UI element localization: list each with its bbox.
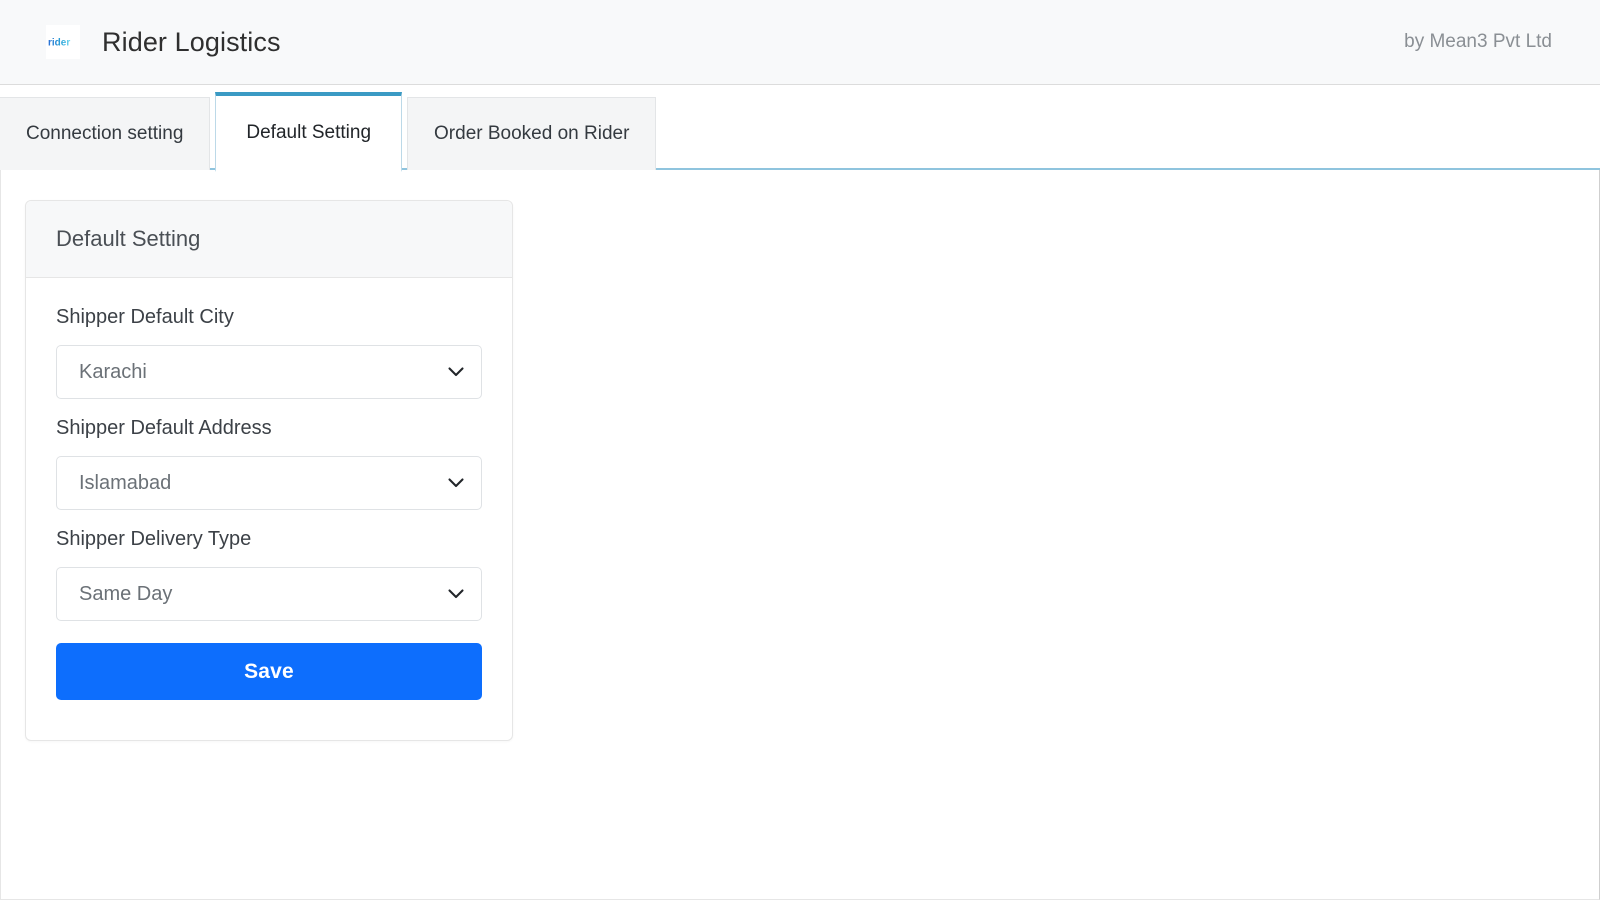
label-shipper-default-address: Shipper Default Address — [56, 417, 272, 439]
select-shipper-delivery-type[interactable]: Same Day — [56, 567, 482, 621]
app-title: Rider Logistics — [102, 26, 281, 57]
tab-default-setting[interactable]: Default Setting — [215, 92, 403, 172]
save-button[interactable]: Save — [56, 643, 482, 700]
select-wrap-shipper-default-city: Karachi — [56, 345, 482, 399]
select-wrap-shipper-default-address: Islamabad — [56, 456, 482, 510]
brand: rider Rider Logistics — [46, 25, 1404, 59]
vendor-credit: by Mean3 Pvt Ltd — [1404, 31, 1552, 52]
form-group-shipper-default-address: Shipper Default Address Islamabad — [56, 417, 482, 510]
label-shipper-delivery-type: Shipper Delivery Type — [56, 528, 252, 550]
rider-logo-icon: rider — [46, 25, 80, 59]
form-group-shipper-default-city: Shipper Default City Karachi — [56, 306, 482, 399]
tab-strip: Connection setting Default Setting Order… — [0, 85, 1600, 172]
app-header: rider Rider Logistics by Mean3 Pvt Ltd — [0, 0, 1600, 85]
tab-order-booked-on-rider[interactable]: Order Booked on Rider — [407, 97, 657, 170]
select-wrap-shipper-delivery-type: Same Day — [56, 567, 482, 621]
tab-panel-default-setting: Default Setting Shipper Default City Kar… — [0, 170, 1600, 900]
label-shipper-default-city: Shipper Default City — [56, 306, 234, 328]
tab-connection-setting[interactable]: Connection setting — [0, 97, 211, 170]
select-shipper-default-city[interactable]: Karachi — [56, 345, 482, 399]
svg-text:rider: rider — [48, 38, 70, 49]
card-body: Shipper Default City Karachi Shipper Def… — [26, 278, 512, 740]
default-setting-card: Default Setting Shipper Default City Kar… — [25, 200, 513, 741]
form-group-shipper-delivery-type: Shipper Delivery Type Same Day — [56, 528, 482, 621]
card-title: Default Setting — [26, 201, 512, 278]
select-shipper-default-address[interactable]: Islamabad — [56, 456, 482, 510]
